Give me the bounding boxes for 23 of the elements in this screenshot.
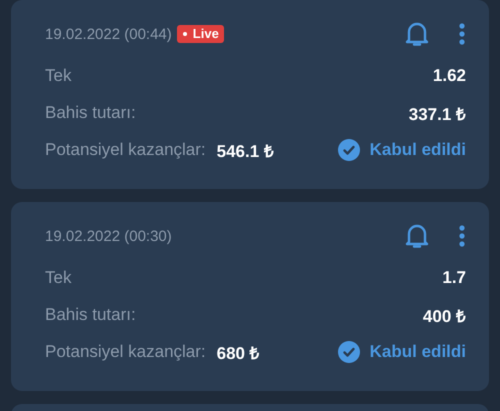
potential-win-value: 546.1 ₺ [216,140,274,162]
notification-bell-icon[interactable] [404,20,430,48]
bet-date: 19.02.2022 (00:44) [45,26,172,42]
odds-value: 1.7 [442,268,466,288]
bet-date: 19.02.2022 (00:30) [45,228,172,244]
potential-win-value: 680 ₺ [216,342,260,364]
potential-win-label: Potansiyel kazançlar: [45,140,206,160]
check-circle-icon [338,341,360,363]
bet-type-label: Tek [45,268,72,288]
potential-win-label: Potansiyel kazançlar: [45,342,206,362]
live-badge: Live [176,25,224,43]
more-options-icon[interactable] [458,22,466,46]
more-options-icon[interactable] [458,224,466,248]
notification-bell-icon[interactable] [404,222,430,250]
stake-value: 337.1 ₺ [408,104,466,124]
stake-label: Bahis tutarı: [45,305,136,325]
bet-type-label: Tek [45,66,72,86]
stake-value: 400 ₺ [422,306,466,326]
status-text: Kabul edildi [370,342,466,362]
check-circle-icon [338,139,360,161]
odds-value: 1.62 [432,66,466,86]
stake-label: Bahis tutarı: [45,103,136,123]
status-text: Kabul edildi [370,140,466,160]
